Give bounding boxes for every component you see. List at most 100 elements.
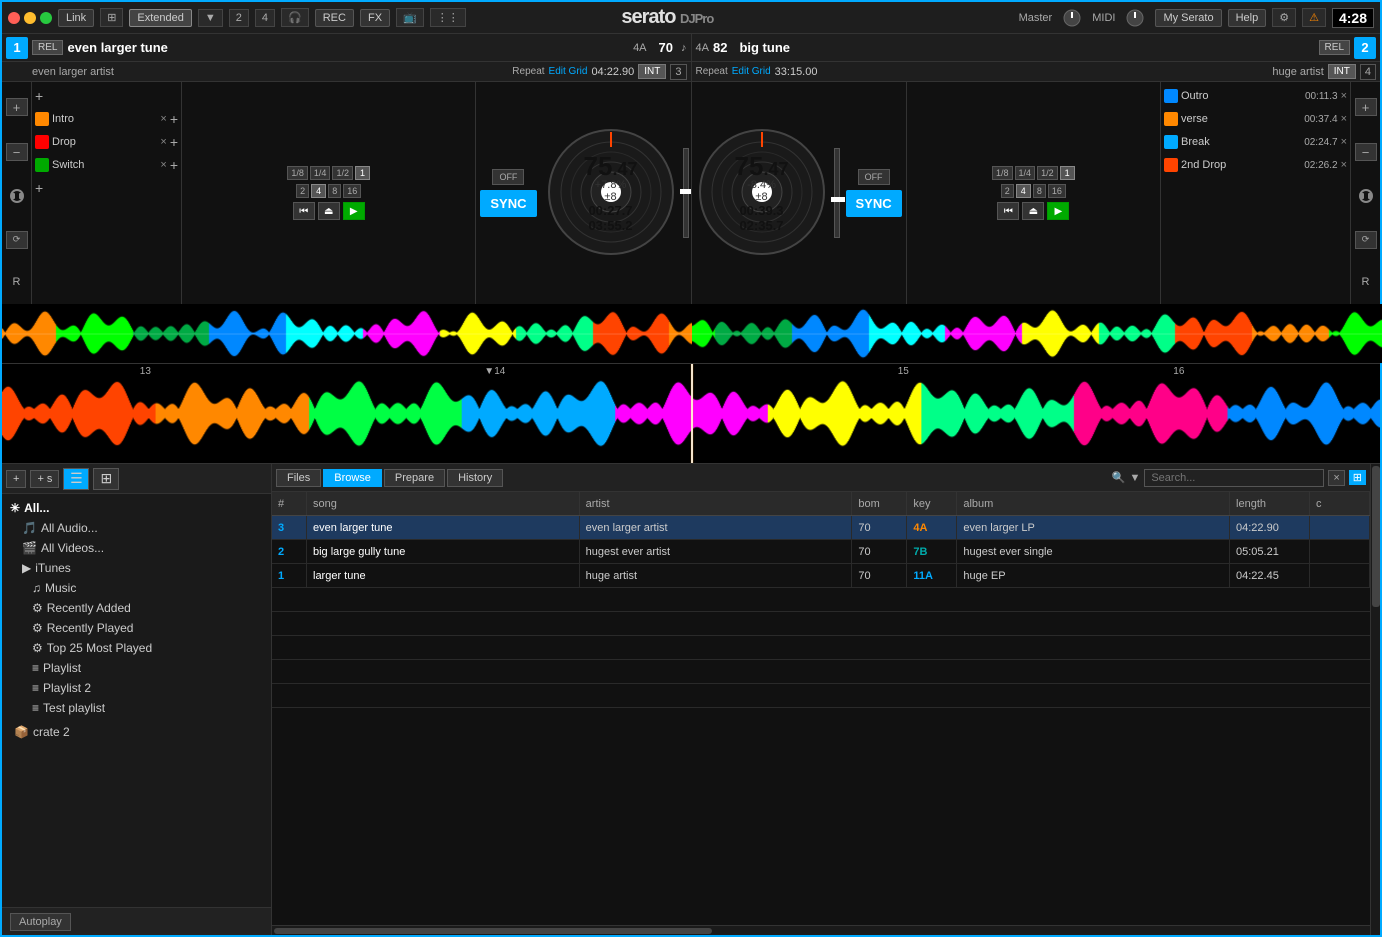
left-vinyl-disc[interactable] bbox=[546, 127, 676, 257]
left-cue-drop[interactable]: Drop × + bbox=[35, 132, 178, 152]
search-clear-btn[interactable]: × bbox=[1328, 470, 1344, 486]
right-add-cue[interactable]: + bbox=[1355, 98, 1377, 116]
left-remove-cue[interactable]: − bbox=[6, 143, 28, 161]
right-cue-2nddrop-remove[interactable]: × bbox=[1341, 159, 1347, 171]
left-cue-add-new[interactable]: + bbox=[35, 180, 43, 196]
sidebar-itunes[interactable]: ▶ iTunes bbox=[2, 558, 271, 578]
left-loop-16[interactable]: 16 bbox=[343, 184, 361, 198]
headphones-icon[interactable]: 🎧 bbox=[281, 8, 309, 27]
right-remove-cue[interactable]: − bbox=[1355, 143, 1377, 161]
left-pitch-thumb[interactable] bbox=[680, 189, 691, 194]
left-loop-1-8[interactable]: 1/8 bbox=[287, 166, 308, 180]
tl-yellow[interactable] bbox=[24, 12, 36, 24]
right-prev-btn[interactable]: ⏮ bbox=[997, 202, 1019, 220]
right-cue-2nddrop[interactable]: 2nd Drop 02:26.2 × bbox=[1164, 155, 1347, 175]
sidebar-crate2[interactable]: 📦 crate 2 bbox=[2, 722, 271, 742]
extended-dropdown[interactable]: ▼ bbox=[198, 9, 223, 27]
tab-prepare[interactable]: Prepare bbox=[384, 469, 445, 487]
right-loop-16[interactable]: 16 bbox=[1048, 184, 1066, 198]
col-album[interactable]: album bbox=[957, 492, 1230, 515]
left-edit-grid[interactable]: Edit Grid bbox=[549, 66, 588, 77]
left-cue-drop-remove[interactable]: × bbox=[160, 136, 166, 148]
col-key[interactable]: key bbox=[907, 492, 957, 515]
tab-browse[interactable]: Browse bbox=[323, 469, 382, 487]
sidebar-all-videos[interactable]: 🎬 All Videos... bbox=[2, 538, 271, 558]
right-cue-break[interactable]: Break 02:24.7 × bbox=[1164, 132, 1347, 152]
fx-button[interactable]: FX bbox=[360, 9, 390, 27]
settings-icon[interactable]: ⚙ bbox=[1272, 8, 1296, 27]
sidebar-recently-played[interactable]: ⚙ Recently Played bbox=[2, 618, 271, 638]
right-sync-btn[interactable]: SYNC bbox=[846, 190, 902, 217]
left-rel-button[interactable]: REL bbox=[32, 40, 63, 55]
left-cue-switch-plus[interactable]: + bbox=[170, 157, 178, 173]
extended-button[interactable]: Extended bbox=[129, 9, 191, 27]
sidebar-playlist2[interactable]: ≡ Playlist 2 bbox=[2, 678, 271, 698]
left-cue-intro-plus[interactable]: + bbox=[170, 111, 178, 127]
right-cue-btn[interactable]: ⏏ bbox=[1022, 202, 1044, 220]
my-serato-button[interactable]: My Serato bbox=[1155, 9, 1221, 27]
right-loop-2[interactable]: 2 bbox=[1001, 184, 1014, 198]
right-play-btn[interactable]: ▶ bbox=[1047, 202, 1069, 220]
col-num[interactable]: # bbox=[272, 492, 307, 515]
link-button[interactable]: Link bbox=[58, 9, 94, 27]
track-row[interactable]: 3 even larger tune even larger artist 70… bbox=[272, 516, 1370, 540]
right-vinyl-disc[interactable] bbox=[697, 127, 827, 257]
col-length[interactable]: length bbox=[1230, 492, 1310, 515]
right-cue-outro[interactable]: Outro 00:11.3 × bbox=[1164, 86, 1347, 106]
right-loop-btn[interactable]: ⟳ bbox=[1355, 231, 1377, 249]
left-cue-switch-remove[interactable]: × bbox=[160, 159, 166, 171]
left-add-cue[interactable]: + bbox=[6, 98, 28, 116]
col-song[interactable]: song bbox=[307, 492, 580, 515]
v-scrollbar-thumb[interactable] bbox=[1372, 466, 1380, 607]
search-input[interactable] bbox=[1144, 469, 1324, 487]
track-row[interactable]: 1 larger tune huge artist 70 11A huge EP… bbox=[272, 564, 1370, 588]
sidebar-add-s-btn[interactable]: + s bbox=[30, 470, 59, 488]
v-scrollbar[interactable] bbox=[1370, 464, 1380, 935]
right-cue-outro-remove[interactable]: × bbox=[1341, 90, 1347, 102]
left-add-plus[interactable]: + bbox=[35, 88, 43, 104]
left-int-button[interactable]: INT bbox=[638, 64, 666, 79]
sidebar-playlist[interactable]: ≡ Playlist bbox=[2, 658, 271, 678]
left-sync-btn[interactable]: SYNC bbox=[480, 190, 536, 217]
right-loop-1-2[interactable]: 1/2 bbox=[1037, 166, 1058, 180]
left-cue-intro[interactable]: Intro × + bbox=[35, 109, 178, 129]
grid-icon[interactable]: ⋮⋮ bbox=[430, 8, 466, 27]
right-loop-4[interactable]: 4 bbox=[1016, 184, 1031, 198]
search-results-icon[interactable]: ⊞ bbox=[1349, 470, 1366, 485]
tab-files[interactable]: Files bbox=[276, 469, 321, 487]
left-loop-2[interactable]: 2 bbox=[296, 184, 309, 198]
tl-red[interactable] bbox=[8, 12, 20, 24]
right-headphone-cue[interactable] bbox=[1356, 188, 1376, 204]
left-off-btn[interactable]: OFF bbox=[492, 169, 524, 185]
left-loop-btn[interactable]: ⟳ bbox=[6, 231, 28, 249]
master-knob[interactable] bbox=[1058, 8, 1086, 28]
sidebar-music[interactable]: ♫ Music bbox=[2, 578, 271, 598]
track-row[interactable]: 2 big large gully tune hugest ever artis… bbox=[272, 540, 1370, 564]
left-prev-btn[interactable]: ⏮ bbox=[293, 202, 315, 220]
monitor-icon[interactable]: 📺 bbox=[396, 8, 424, 27]
left-loop-8[interactable]: 8 bbox=[328, 184, 341, 198]
left-play-btn[interactable]: ▶ bbox=[343, 202, 365, 220]
sidebar-test-playlist[interactable]: ≡ Test playlist bbox=[2, 698, 271, 718]
left-cue-drop-plus[interactable]: + bbox=[170, 134, 178, 150]
col-bpm[interactable]: bom bbox=[852, 492, 907, 515]
right-pitch-slider[interactable] bbox=[832, 82, 842, 304]
right-pitch-thumb[interactable] bbox=[831, 197, 845, 202]
right-loop-1-4[interactable]: 1/4 bbox=[1015, 166, 1036, 180]
help-button[interactable]: Help bbox=[1228, 9, 1267, 27]
right-cue-break-remove[interactable]: × bbox=[1341, 136, 1347, 148]
tab-history[interactable]: History bbox=[447, 469, 503, 487]
tl-green[interactable] bbox=[40, 12, 52, 24]
left-headphone-cue[interactable] bbox=[7, 188, 27, 204]
list-view-btn[interactable]: ☰ bbox=[63, 468, 89, 490]
h-scrollbar-thumb[interactable] bbox=[274, 928, 712, 934]
rec-button[interactable]: REC bbox=[315, 9, 354, 27]
sidebar-add-btn[interactable]: + bbox=[6, 470, 26, 488]
right-rel-button[interactable]: REL bbox=[1319, 40, 1350, 55]
left-cue-intro-remove[interactable]: × bbox=[160, 113, 166, 125]
left-loop-1[interactable]: 1 bbox=[355, 166, 370, 180]
right-cue-verse-remove[interactable]: × bbox=[1341, 113, 1347, 125]
sidebar-top25[interactable]: ⚙ Top 25 Most Played bbox=[2, 638, 271, 658]
left-pitch-slider[interactable] bbox=[681, 82, 691, 304]
grid-view-btn[interactable]: ⊞ bbox=[93, 468, 119, 490]
